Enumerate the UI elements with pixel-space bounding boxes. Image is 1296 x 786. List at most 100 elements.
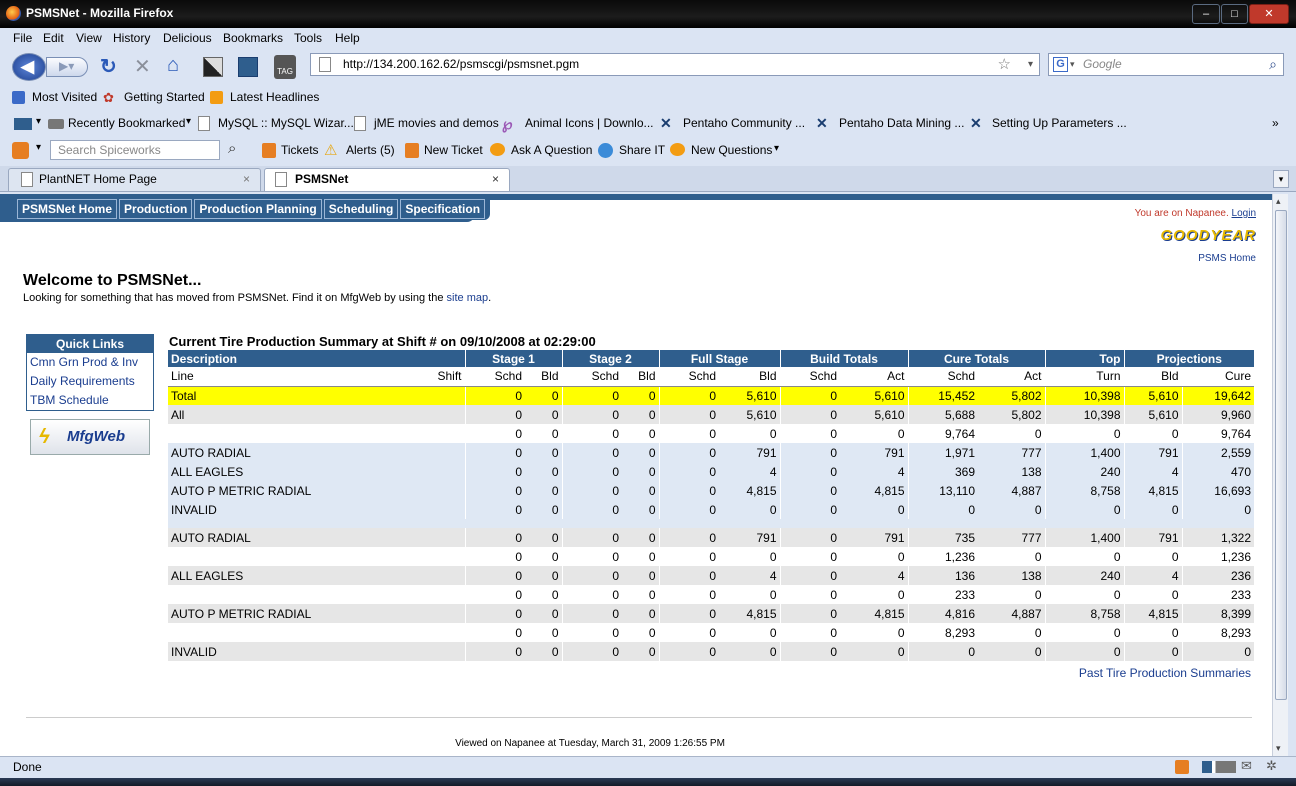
nav-specification[interactable]: Specification [400, 199, 486, 219]
table-cell [333, 623, 465, 642]
menu-file[interactable]: File [13, 31, 32, 45]
table-cell [333, 566, 465, 585]
table-cell: 0 [561, 604, 622, 623]
quick-link-daily-requirements[interactable]: Daily Requirements [27, 372, 153, 391]
home-icon[interactable]: ⌂ [167, 54, 179, 77]
google-icon[interactable]: G [1053, 57, 1068, 72]
bookmark-latest-headlines[interactable]: Latest Headlines [230, 90, 319, 104]
ask-question-button[interactable]: Ask A Question [511, 143, 592, 157]
scroll-up-icon[interactable]: ▴ [1276, 196, 1281, 207]
tickets-button[interactable]: Tickets [281, 143, 319, 157]
dropdown-icon[interactable]: ▾ [36, 142, 41, 153]
table-cell: 0 [525, 585, 562, 604]
menu-delicious[interactable]: Delicious [163, 31, 212, 45]
nav-production-planning[interactable]: Production Planning [194, 199, 322, 219]
tab-plantnet[interactable]: PlantNET Home Page × [8, 168, 261, 191]
table-cell: 0 [1044, 547, 1124, 566]
menu-bookmarks[interactable]: Bookmarks [223, 31, 283, 45]
dropdown-icon[interactable]: ▾ [1028, 54, 1033, 75]
search-engine-dropdown-icon[interactable]: ▾ [1070, 54, 1075, 75]
quick-link-tbm-schedule[interactable]: TBM Schedule [27, 391, 153, 410]
table-cell: 0 [464, 462, 525, 481]
minimize-button[interactable]: – [1192, 4, 1220, 24]
vertical-scrollbar[interactable]: ▴ ▾ [1272, 194, 1288, 756]
maximize-button[interactable]: □ [1221, 4, 1248, 24]
spiceworks-search-input[interactable]: Search Spiceworks [50, 140, 220, 160]
toolbar-save-icon[interactable] [238, 57, 258, 77]
search-icon[interactable]: ⌕ [228, 140, 236, 157]
bookmark-getting-started[interactable]: Getting Started [124, 90, 205, 104]
table-cell: 0 [1044, 585, 1124, 604]
scrollbar-thumb[interactable] [1275, 210, 1287, 700]
bookmark-recently-bookmarked[interactable]: Recently Bookmarked [68, 116, 185, 130]
menu-tools[interactable]: Tools [294, 31, 322, 45]
close-tab-icon[interactable]: × [492, 169, 499, 190]
menu-edit[interactable]: Edit [43, 31, 64, 45]
table-row: AUTO P METRIC RADIAL 0 0 0 0 0 4,815 0 4,815 4,81… [168, 604, 1254, 623]
table-row: ALL EAGLES 0 0 0 0 0 4 0 4 369 138 240 4 470 [168, 462, 1254, 481]
table-cell: 0 [561, 424, 622, 443]
share-it-button[interactable]: Share IT [619, 143, 665, 157]
table-cell: 0 [840, 642, 908, 661]
dropdown-icon[interactable]: ▾ [36, 116, 41, 127]
tab-list-dropdown-icon[interactable]: ▾ [1273, 170, 1289, 188]
star-icon[interactable]: ☆ [998, 54, 1011, 75]
table-cell: 0 [978, 585, 1045, 604]
table-cell: 0 [464, 424, 525, 443]
table-cell: 0 [840, 500, 908, 519]
menu-view[interactable]: View [76, 31, 102, 45]
alerts-button[interactable]: Alerts (5) [346, 143, 395, 157]
back-button[interactable]: ◀ [12, 53, 46, 81]
page-icon [275, 172, 287, 187]
past-summaries-link[interactable]: Past Tire Production Summaries [1079, 666, 1251, 680]
table-cell: 0 [840, 585, 908, 604]
bookmark-setting-up-parameters[interactable]: Setting Up Parameters ... [992, 116, 1127, 130]
status-addon-icon[interactable] [1175, 760, 1189, 774]
spiceworks-icon[interactable] [12, 142, 29, 159]
firebug-icon[interactable]: ✲ [1266, 758, 1277, 774]
nav-psmsnet-home[interactable]: PSMSNet Home [17, 199, 118, 219]
bookmark-mysql[interactable]: MySQL :: MySQL Wizar... [218, 116, 354, 130]
table-cell: 1,322 [1181, 528, 1254, 547]
forward-button[interactable]: ▶▾ [46, 57, 88, 77]
bookmark-most-visited[interactable]: Most Visited [32, 90, 97, 104]
mfgweb-button[interactable]: ϟ MfgWeb [30, 419, 150, 455]
tag-icon[interactable]: TAG [274, 55, 296, 79]
new-questions-button[interactable]: New Questions [691, 143, 772, 157]
table-cell: 0 [561, 443, 622, 462]
table-cell: 0 [658, 547, 719, 566]
psms-home-link[interactable]: PSMS Home [1198, 253, 1256, 264]
scroll-down-icon[interactable]: ▾ [1276, 743, 1281, 754]
bookmark-pentaho-community[interactable]: Pentaho Community ... [683, 116, 805, 130]
close-button[interactable]: ✕ [1249, 4, 1289, 24]
quick-links-box: Quick Links Cmn Grn Prod & Inv Daily Req… [26, 334, 154, 411]
bookmark-pentaho-data-mining[interactable]: Pentaho Data Mining ... [839, 116, 964, 130]
nav-scheduling[interactable]: Scheduling [323, 199, 399, 219]
search-icon[interactable]: ⌕ [1269, 54, 1277, 75]
bookmark-jme[interactable]: jME movies and demos [374, 116, 499, 130]
toolbar-ext-icon[interactable] [203, 57, 223, 77]
login-link[interactable]: Login [1232, 208, 1256, 219]
status-tray-icon[interactable] [1202, 761, 1236, 773]
menu-help[interactable]: Help [335, 31, 360, 45]
reload-icon[interactable]: ↻ [100, 54, 117, 79]
url-bar[interactable]: http://134.200.162.62/psmscgi/psmsnet.pg… [310, 53, 1040, 76]
stop-icon[interactable]: ✕ [134, 54, 151, 79]
more-bookmarks-icon[interactable]: » [1272, 116, 1279, 130]
screen-icon[interactable] [14, 118, 32, 130]
quick-links-title: Quick Links [27, 335, 153, 353]
mail-icon[interactable]: ✉ [1241, 758, 1252, 774]
table-body: Total 0 0 0 0 0 5,610 0 5,610 15,452 5,802 10,398 5,… [168, 386, 1254, 661]
bookmark-animal-icons[interactable]: Animal Icons | Downlo... [525, 116, 654, 130]
tab-psmsnet[interactable]: PSMSNet × [264, 168, 510, 191]
close-tab-icon[interactable]: × [243, 169, 250, 190]
new-ticket-button[interactable]: New Ticket [424, 143, 483, 157]
nav-production[interactable]: Production [119, 199, 193, 219]
quick-link-cmn-grn[interactable]: Cmn Grn Prod & Inv [27, 353, 153, 372]
search-bar[interactable]: G ▾ Google ⌕ [1048, 53, 1284, 76]
menu-history[interactable]: History [113, 31, 150, 45]
bookmarks-toolbar-2: ▾ Recently Bookmarked ▾ MySQL :: MySQL W… [0, 110, 1296, 137]
site-map-link[interactable]: site map [447, 292, 489, 304]
dropdown-icon[interactable]: ▾ [774, 143, 779, 154]
table-cell: 5,610 [1123, 386, 1182, 405]
